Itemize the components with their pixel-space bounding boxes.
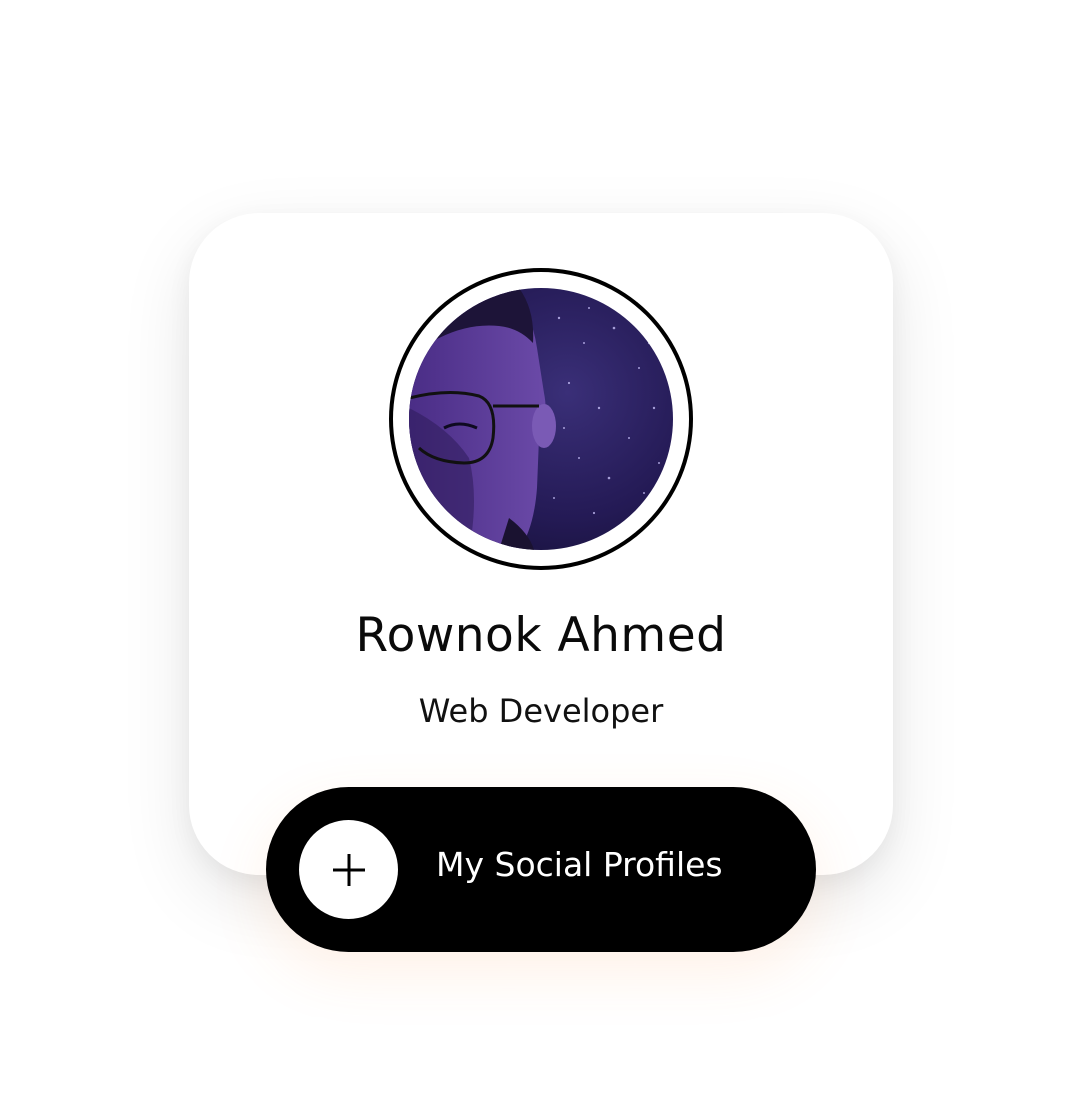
- plus-button[interactable]: [299, 820, 398, 919]
- profile-role: Web Developer: [418, 692, 664, 730]
- avatar-photo: [409, 288, 673, 550]
- avatar: [409, 288, 673, 550]
- plus-icon: [332, 853, 365, 886]
- page: Rownok Ahmed Web Developer My Social Pro…: [0, 0, 1080, 1101]
- profile-name: Rownok Ahmed: [355, 608, 727, 663]
- social-profiles-label: My Social Profiles: [436, 845, 723, 884]
